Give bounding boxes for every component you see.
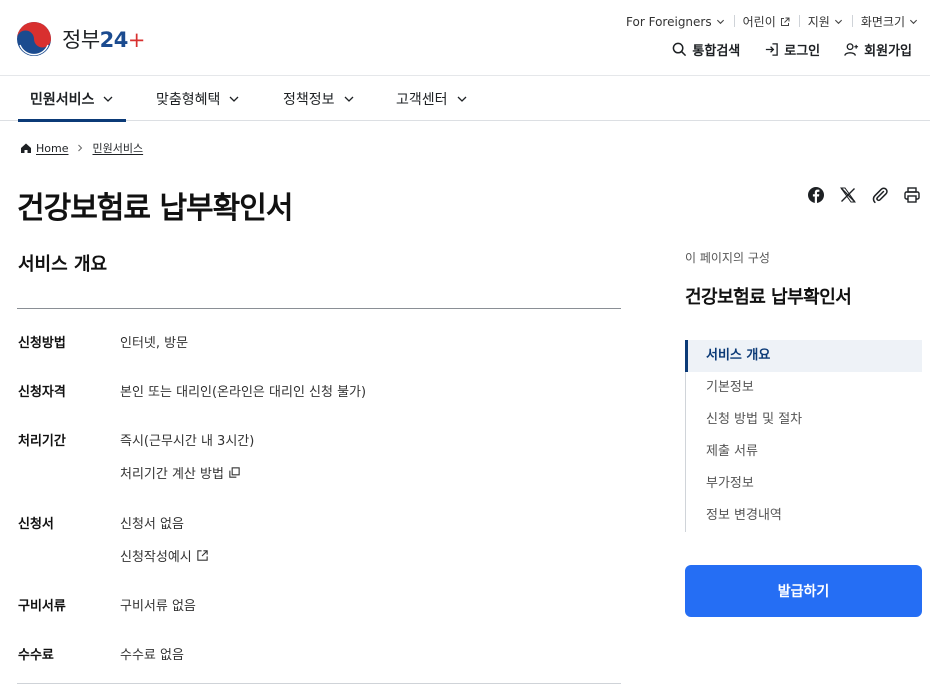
chevron-down-icon	[344, 96, 353, 102]
header-main-links: 통합검색 로그인 회원가입	[672, 40, 912, 59]
home-icon	[21, 143, 31, 153]
external-link-icon	[197, 550, 208, 561]
logo-number: 24+	[99, 28, 146, 52]
row-label: 구비서류	[18, 599, 66, 614]
logo-text: 정부	[62, 28, 100, 52]
support-label: 지원	[807, 15, 830, 29]
facebook-share-button[interactable]	[806, 185, 826, 205]
row-value: 본인 또는 대리인(온라인은 대리인 신청 불가)	[120, 385, 367, 400]
chevron-down-icon	[834, 19, 842, 25]
chevron-down-icon	[716, 19, 724, 25]
form-example-label: 신청작성예시	[120, 550, 192, 565]
logo[interactable]: 정부 24+	[16, 21, 145, 57]
toc-caption: 이 페이지의 구성	[685, 251, 770, 265]
kids-label: 어린이	[742, 15, 776, 29]
breadcrumb: Home 민원서비스	[20, 140, 143, 156]
row-value: 구비서류 없음	[120, 599, 196, 614]
header: 정부 24+ For Foreigners 어린이 지원 화면크기 통합검색 로그…	[0, 0, 930, 75]
logo-num-text: 24	[99, 28, 129, 52]
section-divider-top	[17, 308, 621, 309]
form-example-link[interactable]: 신청작성예시	[120, 546, 209, 565]
printer-icon	[904, 187, 920, 203]
row-label: 신청자격	[18, 385, 66, 400]
breadcrumb-home-link[interactable]: Home	[36, 142, 68, 155]
row-value: 즉시(근무시간 내 3시간)	[120, 434, 255, 449]
logo-wordmark: 정부 24+	[62, 24, 145, 54]
login-label: 로그인	[784, 44, 821, 59]
processing-time-calc-label: 처리기간 계산 방법	[120, 467, 224, 482]
x-share-button[interactable]	[838, 185, 858, 205]
for-foreigners-label: For Foreigners	[626, 14, 712, 29]
gnb-policy-info-label: 정책정보	[283, 91, 335, 108]
chevron-down-icon	[457, 96, 466, 102]
issue-button[interactable]: 발급하기	[685, 565, 922, 617]
section-title: 서비스 개요	[18, 254, 108, 275]
gnb-customer-center-label: 고객센터	[396, 91, 448, 108]
page-title: 건강보험료 납부확인서	[17, 191, 293, 226]
row-value: 인터넷, 방문	[120, 336, 189, 351]
utility-links: For Foreigners 어린이 지원 화면크기	[617, 13, 918, 30]
paperclip-icon	[872, 187, 888, 204]
gnb-civil-service-label: 민원서비스	[30, 91, 95, 108]
toc-item-service-overview[interactable]: 서비스 개요	[685, 340, 922, 372]
login-icon	[766, 43, 779, 56]
user-add-icon	[844, 43, 859, 56]
toc-item-change-history[interactable]: 정보 변경내역	[686, 500, 922, 532]
row-label: 처리기간	[18, 434, 66, 449]
print-button[interactable]	[902, 185, 922, 205]
gnb-custom-benefits-label: 맞춤형혜택	[156, 91, 221, 108]
row-label: 신청방법	[18, 336, 66, 351]
share-tools	[806, 185, 922, 205]
toc-title: 건강보험료 납부확인서	[685, 287, 852, 308]
breadcrumb-current-link[interactable]: 민원서비스	[92, 140, 143, 156]
support-dropdown[interactable]: 지원	[798, 13, 852, 30]
chevron-down-icon	[909, 19, 918, 25]
toc-item-additional-info[interactable]: 부가정보	[686, 468, 922, 500]
toc-item-method-procedure[interactable]: 신청 방법 및 절차	[686, 404, 922, 436]
facebook-icon	[808, 187, 824, 203]
logo-plus: +	[127, 28, 146, 52]
gnb-customer-center[interactable]: 고객센터	[396, 76, 468, 121]
login-button[interactable]: 로그인	[764, 40, 820, 59]
search-icon	[673, 42, 687, 57]
section-divider-bottom	[17, 683, 621, 684]
text-size-label: 화면크기	[860, 15, 905, 29]
copy-window-icon	[229, 467, 240, 478]
for-foreigners-dropdown[interactable]: For Foreigners	[617, 15, 734, 29]
gnb-policy-info[interactable]: 정책정보	[283, 76, 355, 121]
global-navigation: 민원서비스 맞춤형혜택 정책정보 고객센터	[0, 75, 930, 122]
chevron-right-icon	[78, 144, 83, 152]
search-label: 통합검색	[692, 44, 741, 59]
row-value: 수수료 없음	[120, 648, 184, 663]
text-size-dropdown[interactable]: 화면크기	[851, 13, 918, 30]
external-link-icon	[780, 17, 790, 26]
row-value: 신청서 없음	[120, 517, 184, 532]
signup-button[interactable]: 회원가입	[844, 40, 912, 59]
x-twitter-icon	[840, 187, 856, 203]
gnb-civil-service[interactable]: 민원서비스	[18, 76, 127, 122]
chevron-down-icon	[103, 96, 113, 102]
row-label: 수수료	[18, 648, 54, 663]
copy-link-button[interactable]	[870, 185, 890, 205]
processing-time-calc-link[interactable]: 처리기간 계산 방법	[120, 463, 241, 482]
kids-link[interactable]: 어린이	[733, 13, 799, 30]
search-button[interactable]: 통합검색	[672, 40, 740, 59]
signup-label: 회원가입	[864, 44, 912, 59]
toc-item-basic-info[interactable]: 기본정보	[686, 372, 922, 404]
gnb-custom-benefits[interactable]: 맞춤형혜택	[156, 76, 240, 121]
toc-item-documents[interactable]: 제출 서류	[686, 436, 922, 468]
row-label: 신청서	[18, 517, 54, 532]
chevron-down-icon	[229, 96, 239, 102]
taegeuk-logo-icon	[17, 22, 51, 56]
table-of-contents: 서비스 개요 기본정보 신청 방법 및 절차 제출 서류 부가정보 정보 변경내…	[685, 340, 922, 532]
